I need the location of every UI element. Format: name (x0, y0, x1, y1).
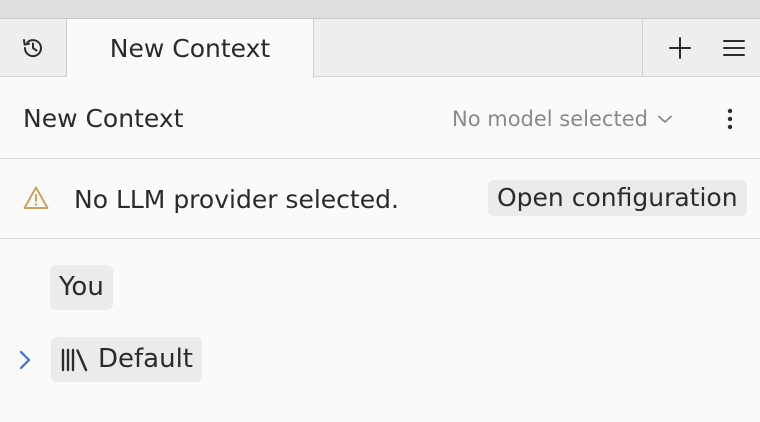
default-section-chip[interactable]: Default (51, 337, 202, 382)
more-options-button[interactable] (716, 104, 744, 134)
model-select[interactable]: No model selected (452, 104, 672, 134)
hamburger-menu-icon (723, 40, 745, 56)
menu-button[interactable] (714, 33, 754, 63)
warning-triangle-icon (23, 186, 49, 209)
kebab-menu-icon (727, 108, 733, 130)
library-icon (61, 348, 88, 371)
window-top-strip (0, 0, 760, 19)
warning-message: No LLM provider selected. (74, 185, 399, 214)
tab-bar: New Context (0, 19, 760, 78)
plus-icon (669, 37, 691, 59)
new-context-button[interactable] (660, 33, 700, 63)
role-label-you[interactable]: You (50, 265, 113, 310)
tab-divider (642, 19, 643, 77)
chevron-down-icon (658, 115, 672, 123)
chevron-right-icon[interactable] (17, 349, 33, 371)
provider-warning-banner: No LLM provider selected. Open configura… (0, 160, 760, 239)
open-configuration-button[interactable]: Open configuration (488, 180, 747, 216)
default-section-label: Default (98, 344, 193, 374)
context-title: New Context (23, 104, 184, 133)
tab-new-context[interactable]: New Context (67, 19, 314, 78)
context-header: New Context No model selected (0, 78, 760, 159)
history-icon (23, 39, 42, 58)
model-select-value: No model selected (452, 107, 648, 131)
history-button[interactable] (0, 19, 67, 77)
